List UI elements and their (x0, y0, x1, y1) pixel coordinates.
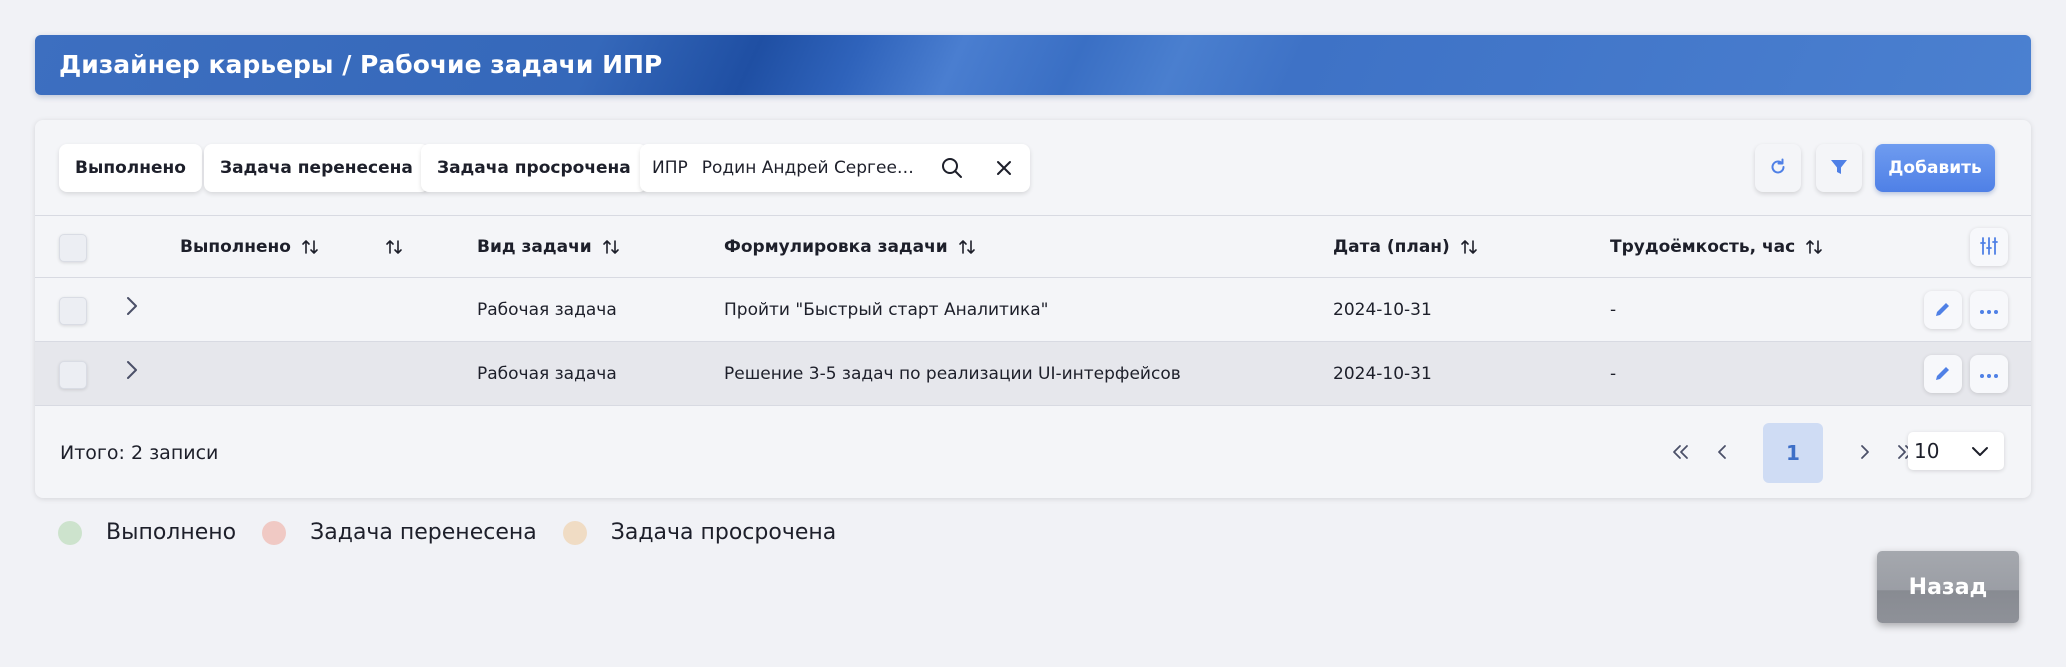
close-icon[interactable] (992, 156, 1016, 180)
cell-effort: - (1610, 363, 1617, 384)
search-input[interactable] (701, 158, 924, 178)
table-row[interactable]: Рабочая задача Пройти "Быстрый старт Ана… (35, 278, 2031, 342)
chevron-right-icon[interactable] (120, 294, 144, 318)
total-count: Итого: 2 записи (60, 442, 219, 464)
page-title: Дизайнер карьеры / Рабочие задачи ИПР (59, 50, 663, 79)
tasks-table: Выполнено Вид задачи Формулировка задачи… (35, 215, 2031, 406)
search-prefix: ИПР (652, 158, 688, 178)
legend-item-overdue: Задача просрочена (562, 520, 836, 545)
table-row[interactable]: Рабочая задача Решение 3-5 задач по реал… (35, 342, 2031, 406)
more-dots-icon (1979, 303, 1999, 318)
sort-icon[interactable] (301, 238, 319, 256)
cell-type: Рабочая задача (477, 363, 617, 384)
tasks-card: Выполнено Задача перенесена Задача проср… (35, 120, 2031, 498)
first-page-button[interactable] (1661, 430, 1701, 476)
status-legend: Выполнено Задача перенесена Задача проср… (58, 520, 862, 545)
refresh-button[interactable] (1755, 144, 1801, 192)
column-header-done[interactable]: Выполнено (180, 216, 319, 277)
cell-wording: Решение 3-5 задач по реализации UI-интер… (724, 363, 1181, 384)
cell-wording: Пройти "Быстрый старт Аналитика" (724, 299, 1049, 320)
legend-dot (262, 520, 287, 545)
legend-dot (562, 520, 587, 545)
filter-button[interactable] (1816, 144, 1862, 192)
column-header-status[interactable] (375, 216, 403, 277)
column-header-date[interactable]: Дата (план) (1333, 216, 1478, 277)
row-checkbox[interactable] (59, 361, 87, 389)
double-chevron-left-icon (1671, 442, 1691, 465)
chevron-down-icon (1970, 441, 1990, 461)
sort-icon[interactable] (602, 238, 620, 256)
per-page-value: 10 (1914, 439, 1940, 463)
back-button[interactable]: Назад (1877, 551, 2019, 623)
next-page-button[interactable] (1845, 430, 1885, 476)
select-all-checkbox[interactable] (59, 234, 87, 262)
table-footer: Итого: 2 записи 1 10 (35, 408, 2031, 498)
legend-item-postponed: Задача перенесена (262, 520, 537, 545)
column-settings-button[interactable] (1970, 228, 2008, 266)
page-header: Дизайнер карьеры / Рабочие задачи ИПР (35, 35, 2031, 95)
cell-effort: - (1610, 299, 1617, 320)
filter-chip-postponed[interactable]: Задача перенесена (204, 144, 429, 192)
sort-icon[interactable] (385, 238, 403, 256)
edit-button[interactable] (1924, 355, 1962, 393)
column-header-wording[interactable]: Формулировка задачи (724, 216, 976, 277)
edit-button[interactable] (1924, 291, 1962, 329)
per-page-select[interactable]: 10 (1908, 432, 2004, 470)
column-header-type[interactable]: Вид задачи (477, 216, 620, 277)
ipr-search: ИПР (640, 144, 1030, 192)
more-button[interactable] (1970, 291, 2008, 329)
cell-type: Рабочая задача (477, 299, 617, 320)
cell-date: 2024-10-31 (1333, 363, 1432, 384)
column-header-effort[interactable]: Трудоёмкость, час (1610, 216, 1823, 277)
more-button[interactable] (1970, 355, 2008, 393)
filter-chip-done[interactable]: Выполнено (59, 144, 202, 192)
pencil-icon (1934, 364, 1952, 385)
search-icon[interactable] (938, 154, 966, 182)
filter-icon (1829, 157, 1849, 180)
toolbar: Выполнено Задача перенесена Задача проср… (35, 120, 2031, 215)
add-button[interactable]: Добавить (1875, 144, 1995, 192)
page-button-current[interactable]: 1 (1763, 423, 1823, 483)
refresh-icon (1768, 157, 1788, 180)
more-dots-icon (1979, 367, 1999, 382)
table-header: Выполнено Вид задачи Формулировка задачи… (35, 215, 2031, 278)
cell-date: 2024-10-31 (1333, 299, 1432, 320)
filter-chip-overdue[interactable]: Задача просрочена (421, 144, 647, 192)
sort-icon[interactable] (958, 238, 976, 256)
prev-page-button[interactable] (1702, 430, 1742, 476)
sort-icon[interactable] (1805, 238, 1823, 256)
legend-dot (58, 520, 82, 545)
row-checkbox[interactable] (59, 297, 87, 325)
chevron-right-icon (1855, 442, 1875, 465)
legend-item-done: Выполнено (58, 520, 236, 545)
sort-icon[interactable] (1460, 238, 1478, 256)
chevron-right-icon[interactable] (120, 358, 144, 382)
pencil-icon (1934, 300, 1952, 321)
chevron-left-icon (1712, 442, 1732, 465)
sliders-icon (1979, 236, 1999, 259)
